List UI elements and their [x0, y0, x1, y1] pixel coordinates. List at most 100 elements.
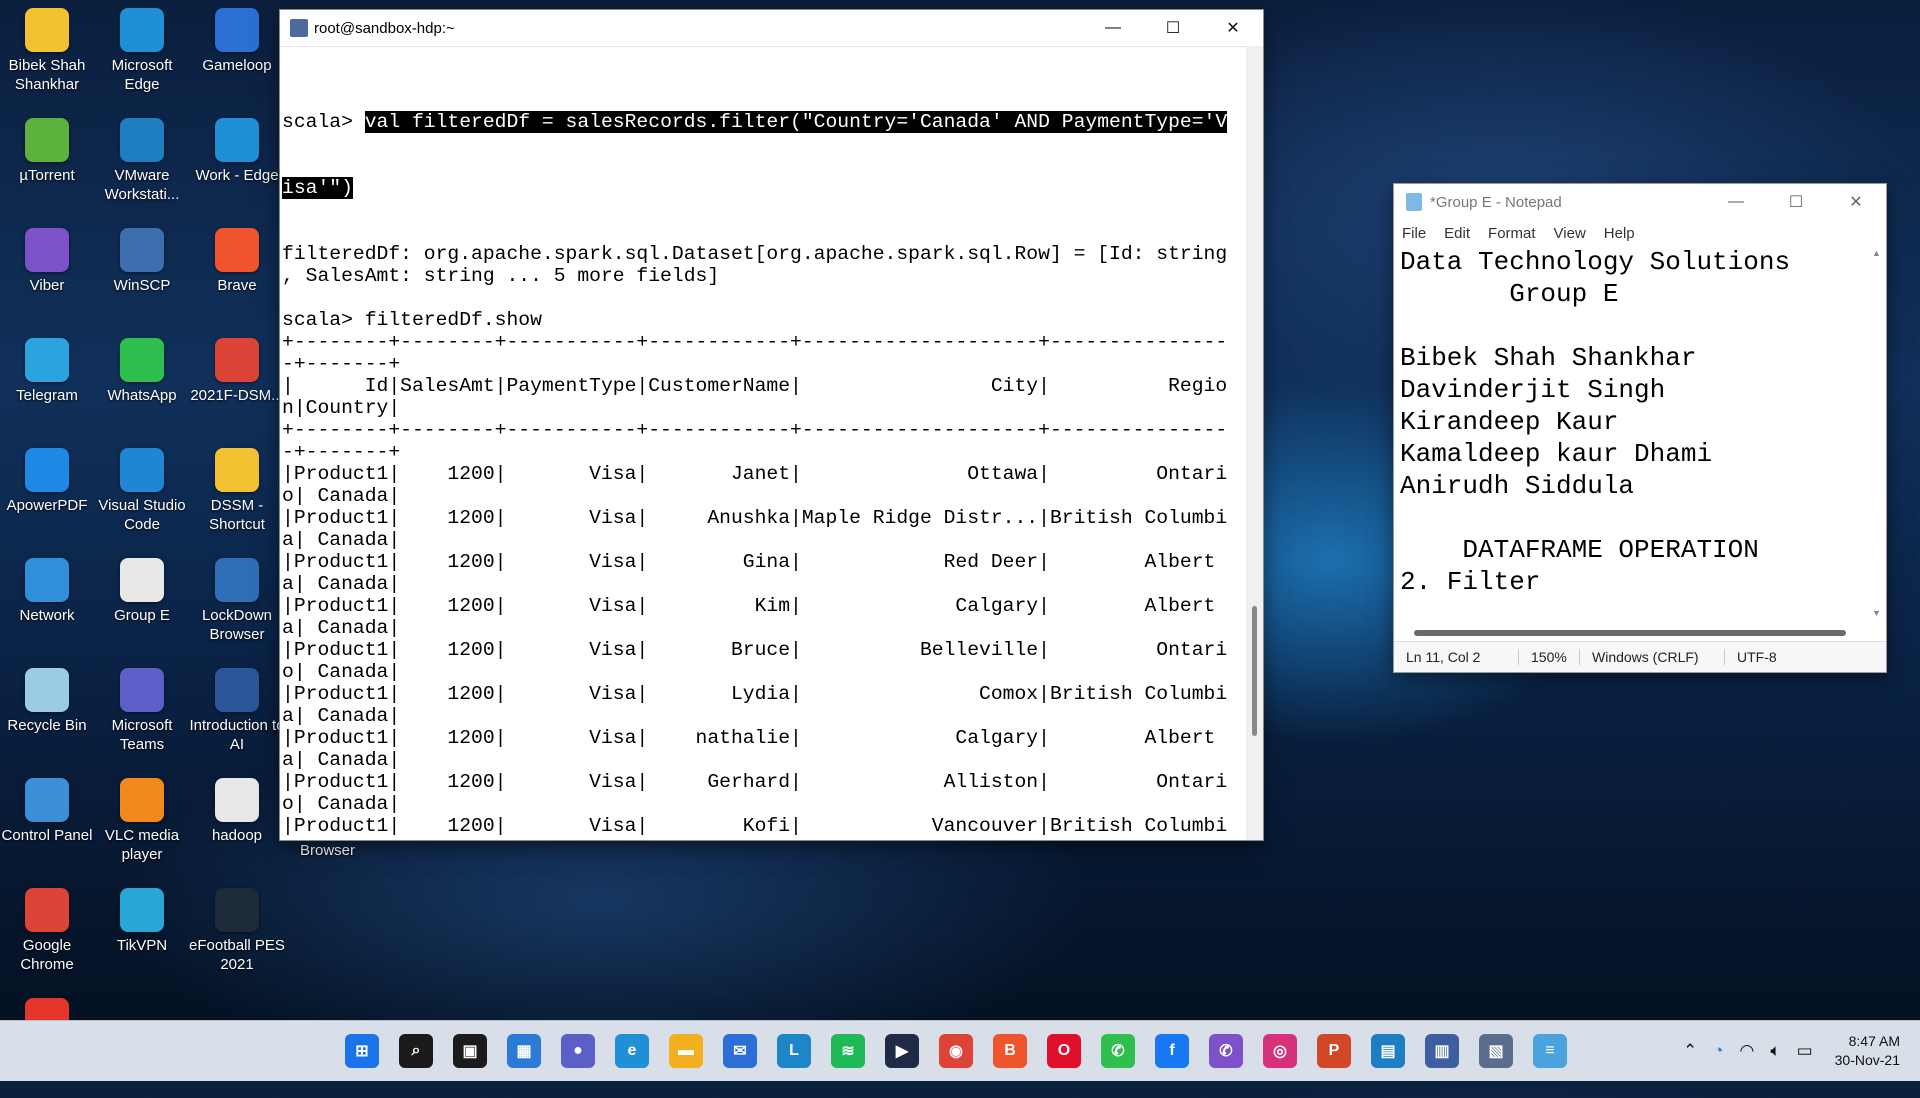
- chrome-icon: [25, 888, 69, 932]
- desktop-icon[interactable]: Group E: [97, 558, 187, 658]
- terminal-line: n|Country|: [282, 397, 401, 419]
- brave-icon[interactable]: B: [993, 1034, 1027, 1068]
- desktop-icon[interactable]: VMware Workstati...: [97, 118, 187, 218]
- chat-icon[interactable]: ●: [561, 1034, 595, 1068]
- desktop-icon[interactable]: Control Panel: [2, 778, 92, 878]
- volume-icon[interactable]: 🔈︎: [1770, 1041, 1780, 1061]
- clock[interactable]: 8:47 AM 30-Nov-21: [1835, 1032, 1900, 1070]
- desktop-icon-label: WinSCP: [113, 277, 171, 294]
- menu-item-format[interactable]: Format: [1488, 225, 1536, 242]
- terminal-window[interactable]: root@sandbox-hdp:~ — ☐ ✕ scala> val filt…: [280, 10, 1263, 840]
- viber-icon[interactable]: ✆: [1209, 1034, 1243, 1068]
- minimize-button[interactable]: —: [1083, 10, 1143, 46]
- notepad-text-line: Data Technology Solutions: [1400, 247, 1791, 277]
- notepad-horizontal-scrollbar[interactable]: [1414, 630, 1846, 636]
- putty-icon[interactable]: ▥: [1425, 1034, 1459, 1068]
- winscp-icon[interactable]: ▧: [1479, 1034, 1513, 1068]
- desktop-icon[interactable]: 2021F-DSM...: [190, 338, 284, 438]
- desktop-icon[interactable]: eFootball PES 2021: [189, 888, 285, 988]
- scrollbar-thumb[interactable]: [1252, 606, 1257, 736]
- desktop-icon-label: Microsoft Teams: [111, 717, 173, 753]
- terminal-line: |Product1| 1200| Visa| Gina| Red Deer| A…: [282, 551, 1216, 573]
- maximize-button[interactable]: ☐: [1766, 184, 1826, 220]
- desktop-icon[interactable]: µTorrent: [2, 118, 92, 218]
- desktop-icon[interactable]: VLC media player: [97, 778, 187, 878]
- scroll-down-icon[interactable]: ▼: [1872, 608, 1881, 618]
- desktop-icon[interactable]: Viber: [2, 228, 92, 328]
- terminal-line: |Product1| 1200| Visa| Gerhard| Alliston…: [282, 771, 1228, 793]
- chrome-icon[interactable]: ◉: [939, 1034, 973, 1068]
- desktop-icon[interactable]: Network: [2, 558, 92, 658]
- menu-item-help[interactable]: Help: [1604, 225, 1635, 242]
- desktop-icon[interactable]: hadoop: [192, 778, 282, 878]
- terminal-line: o| Canada|: [282, 793, 401, 815]
- desktop-icon[interactable]: Telegram: [2, 338, 92, 438]
- close-button[interactable]: ✕: [1826, 184, 1886, 220]
- notepad-editor[interactable]: Data Technology Solutions Group E Bibek S…: [1400, 246, 1870, 608]
- clock-app-icon[interactable]: ◔: [1713, 1041, 1723, 1061]
- terminal-scrollbar[interactable]: [1246, 46, 1263, 840]
- start-icon[interactable]: ⊞: [345, 1034, 379, 1068]
- notepad-text-line: 2. Filter: [1400, 567, 1541, 597]
- minimize-button[interactable]: —: [1706, 184, 1766, 220]
- notepad-icon[interactable]: ≡: [1533, 1034, 1567, 1068]
- instagram-icon[interactable]: ◎: [1263, 1034, 1297, 1068]
- desktop-icon[interactable]: ApowerPDF: [2, 448, 92, 548]
- notepad-titlebar[interactable]: *Group E - Notepad — ☐ ✕: [1394, 184, 1886, 220]
- widgets-icon[interactable]: ▦: [507, 1034, 541, 1068]
- desktop-icon[interactable]: DSSM - Shortcut: [192, 448, 282, 548]
- edge-icon[interactable]: e: [615, 1034, 649, 1068]
- task-view-icon[interactable]: ▣: [453, 1034, 487, 1068]
- desktop-icon[interactable]: Microsoft Teams: [97, 668, 187, 768]
- prime-video-icon[interactable]: ▶: [885, 1034, 919, 1068]
- whatsapp-icon[interactable]: ✆: [1101, 1034, 1135, 1068]
- desktop-icon[interactable]: Google Chrome: [2, 888, 92, 988]
- terminal-output[interactable]: scala> val filteredDf = salesRecords.fil…: [282, 67, 1244, 838]
- notepad-menubar: File Edit Format View Help: [1394, 220, 1886, 246]
- vmware-icon[interactable]: ▤: [1371, 1034, 1405, 1068]
- vmware-icon: [120, 118, 164, 162]
- battery-icon[interactable]: ▭: [1797, 1041, 1813, 1061]
- terminal-line: o| Canada|: [282, 485, 401, 507]
- notepad-window[interactable]: *Group E - Notepad — ☐ ✕ File Edit Format V…: [1394, 184, 1886, 672]
- desktop-icon[interactable]: Work - Edge: [192, 118, 282, 218]
- desktop-icon[interactable]: Microsoft Edge: [97, 8, 187, 108]
- mail-icon[interactable]: ✉: [723, 1034, 757, 1068]
- desktop-icon[interactable]: Recycle Bin: [2, 668, 92, 768]
- terminal-titlebar[interactable]: root@sandbox-hdp:~ — ☐ ✕: [280, 10, 1263, 47]
- notepad-vertical-scrollbar[interactable]: ▲ ▼: [1872, 248, 1882, 618]
- desktop-icon[interactable]: Gameloop: [192, 8, 282, 108]
- chevron-up-icon[interactable]: ⌃: [1683, 1041, 1697, 1061]
- close-button[interactable]: ✕: [1203, 10, 1263, 46]
- desktop-icon[interactable]: LockDown Browser: [192, 558, 282, 658]
- wifi-icon[interactable]: ◠: [1740, 1041, 1755, 1061]
- desktop-icon[interactable]: WinSCP: [97, 228, 187, 328]
- winscp-icon: [120, 228, 164, 272]
- lnk-icon[interactable]: L: [777, 1034, 811, 1068]
- opera-icon[interactable]: O: [1047, 1034, 1081, 1068]
- search-icon[interactable]: ⌕: [399, 1034, 433, 1068]
- menu-item-edit[interactable]: Edit: [1444, 225, 1470, 242]
- file-explorer-icon[interactable]: ▬: [669, 1034, 703, 1068]
- desktop-icon[interactable]: WhatsApp: [97, 338, 187, 438]
- desktop-icon-label: VLC media player: [104, 827, 180, 863]
- desktop-icon[interactable]: Bibek Shah Shankhar: [2, 8, 92, 108]
- desktop-icon-label: Visual Studio Code: [98, 497, 186, 533]
- edge-icon: [120, 8, 164, 52]
- desktop-icon-label: Control Panel: [1, 827, 93, 844]
- desktop-icon[interactable]: TikVPN: [97, 888, 187, 988]
- menu-item-view[interactable]: View: [1554, 225, 1586, 242]
- desktop-icon[interactable]: Visual Studio Code: [97, 448, 187, 548]
- tikvpn-icon: [120, 888, 164, 932]
- notepad-text-line: [1400, 502, 1870, 534]
- desktop-icon-label: Telegram: [16, 387, 78, 404]
- powerpoint-icon[interactable]: P: [1317, 1034, 1351, 1068]
- scroll-up-icon[interactable]: ▲: [1872, 248, 1882, 258]
- menu-item-file[interactable]: File: [1402, 225, 1426, 242]
- desktop-icon[interactable]: Brave: [192, 228, 282, 328]
- maximize-button[interactable]: ☐: [1143, 10, 1203, 46]
- spotify-icon[interactable]: ≋: [831, 1034, 865, 1068]
- telegram-icon: [25, 338, 69, 382]
- facebook-icon[interactable]: f: [1155, 1034, 1189, 1068]
- desktop-icon[interactable]: Introduction to AI: [189, 668, 285, 768]
